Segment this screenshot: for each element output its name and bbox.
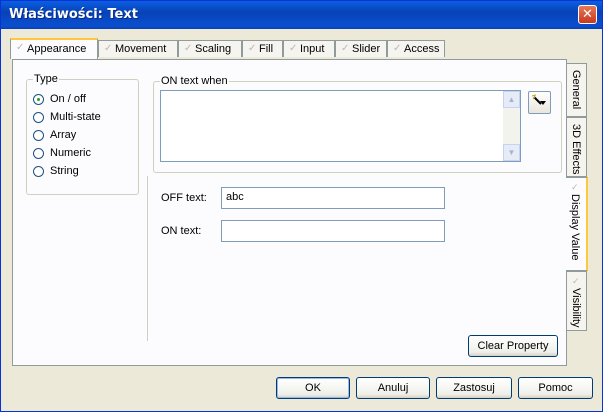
- tab-label: Input: [300, 43, 325, 55]
- help-button[interactable]: Pomoc: [518, 377, 593, 399]
- window-title: Właściwości: Text: [9, 7, 138, 22]
- expression-editor-icon: [531, 94, 546, 105]
- expression-editor-button[interactable]: [528, 91, 551, 114]
- type-options: On / off Multi-state Array Numeric Strin…: [26, 73, 137, 193]
- radio-circle[interactable]: [33, 130, 44, 141]
- tab-appearance[interactable]: ✓ Appearance: [10, 38, 98, 59]
- scroll-up-icon[interactable]: ▲: [503, 91, 520, 108]
- on-text-input[interactable]: [221, 220, 445, 242]
- check-icon: ✓: [104, 43, 113, 54]
- radio-circle[interactable]: [33, 112, 44, 123]
- side-tab-label: Display Value: [569, 194, 581, 261]
- apply-button[interactable]: Zastosuj: [436, 377, 512, 399]
- title-bar[interactable]: Właściwości: Text ✕: [1, 1, 602, 29]
- side-tab-general[interactable]: General: [567, 63, 587, 117]
- on-text-when-legend: ON text when: [161, 75, 228, 87]
- radio-label: String: [50, 165, 79, 177]
- radio-circle[interactable]: [33, 94, 44, 105]
- side-tab-label: General: [570, 70, 582, 110]
- tab-movement[interactable]: ✓ Movement: [98, 40, 178, 57]
- tab-fill[interactable]: ✓ Fill: [242, 40, 283, 57]
- side-tab-label: 3D Effects: [570, 124, 582, 175]
- check-icon: ✓: [289, 43, 298, 54]
- radio-circle[interactable]: [33, 148, 44, 159]
- cancel-button[interactable]: Anuluj: [356, 377, 430, 399]
- side-tab-label: Visibility: [570, 288, 582, 328]
- divider: [147, 176, 148, 341]
- side-tab-visibility[interactable]: ✓ Visibility: [567, 271, 587, 331]
- radio-circle[interactable]: [33, 166, 44, 177]
- tab-access[interactable]: ✓ Access: [387, 40, 445, 57]
- close-icon: ✕: [582, 7, 593, 22]
- off-text-input[interactable]: abc: [221, 187, 445, 209]
- side-tab-3d-effects[interactable]: 3D Effects: [567, 117, 587, 177]
- side-tab-display-value[interactable]: ✓ Display Value: [566, 177, 588, 271]
- on-text-label: ON text:: [161, 225, 202, 237]
- clear-property-button[interactable]: Clear Property: [468, 335, 558, 357]
- radio-label: Array: [50, 129, 77, 141]
- tab-label: Fill: [259, 43, 274, 55]
- tab-label: Movement: [115, 43, 167, 55]
- check-icon: ✓: [16, 42, 25, 53]
- tab-slider[interactable]: ✓ Slider: [335, 40, 387, 57]
- radio-label: Multi-state: [50, 111, 101, 123]
- vertical-scrollbar[interactable]: ▲ ▼: [503, 91, 520, 161]
- check-icon: ✓: [341, 43, 350, 54]
- tab-label: Scaling: [195, 43, 232, 55]
- tab-label: Appearance: [27, 43, 87, 55]
- tab-input[interactable]: ✓ Input: [283, 40, 335, 57]
- close-button[interactable]: ✕: [578, 5, 597, 24]
- check-icon: ✓: [572, 276, 580, 286]
- radio-label: On / off: [50, 93, 86, 105]
- tab-label: Access: [404, 43, 440, 55]
- check-icon: ✓: [571, 182, 579, 192]
- ok-button[interactable]: OK: [276, 377, 350, 399]
- tab-label: Slider: [352, 43, 381, 55]
- tab-scaling[interactable]: ✓ Scaling: [178, 40, 242, 57]
- off-text-label: OFF text:: [161, 192, 207, 204]
- check-icon: ✓: [184, 43, 193, 54]
- on-text-when-textarea[interactable]: ▲ ▼: [160, 90, 521, 162]
- check-icon: ✓: [248, 43, 257, 54]
- check-icon: ✓: [393, 43, 402, 54]
- radio-label: Numeric: [50, 147, 91, 159]
- scroll-down-icon[interactable]: ▼: [503, 144, 520, 161]
